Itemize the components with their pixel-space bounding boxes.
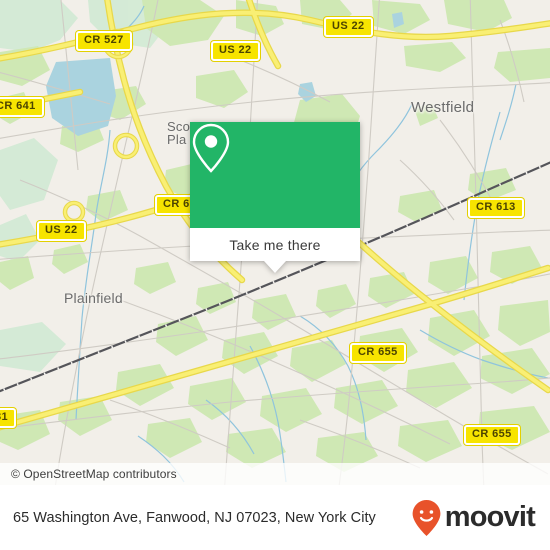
footer-bar: 65 Washington Ave, Fanwood, NJ 07023, Ne…: [0, 485, 550, 550]
moovit-logo[interactable]: moovit: [411, 499, 540, 537]
map-attribution-bar: © OpenStreetMap contributors: [0, 463, 550, 485]
road-shield-us-22-south: US 22: [37, 221, 86, 241]
road-shield-cr-655-upper: CR 655: [350, 343, 406, 363]
popup-pointer-tail: [264, 261, 286, 273]
destination-popup[interactable]: Take me there: [190, 122, 360, 273]
road-shield-cr-641: CR 641: [0, 97, 44, 117]
road-shield-us-22-west: US 22: [211, 41, 260, 61]
take-me-there-button[interactable]: Take me there: [190, 228, 360, 261]
road-shield-cr-655-lower: CR 655: [464, 425, 520, 445]
map-screenshot: Westfield Sco Pla Plainfield CR 527 US 2…: [0, 0, 550, 550]
map-canvas[interactable]: Westfield Sco Pla Plainfield CR 527 US 2…: [0, 0, 550, 485]
moovit-wordmark: moovit: [444, 501, 536, 533]
road-shield-cr-6-partial: CR 6: [155, 195, 193, 215]
road-shield-cr-527: CR 527: [76, 31, 132, 51]
road-shield-us-22-north: US 22: [324, 17, 373, 37]
popup-header: [190, 122, 360, 228]
map-pin-icon: [192, 123, 230, 173]
road-shield-31-partial: 31: [0, 408, 17, 428]
moovit-pin-smiley-icon: [412, 499, 441, 536]
address-text: 65 Washington Ave, Fanwood, NJ 07023, Ne…: [13, 509, 376, 526]
road-shield-cr-613: CR 613: [468, 198, 524, 218]
osm-attribution-text: © OpenStreetMap contributors: [11, 467, 177, 481]
